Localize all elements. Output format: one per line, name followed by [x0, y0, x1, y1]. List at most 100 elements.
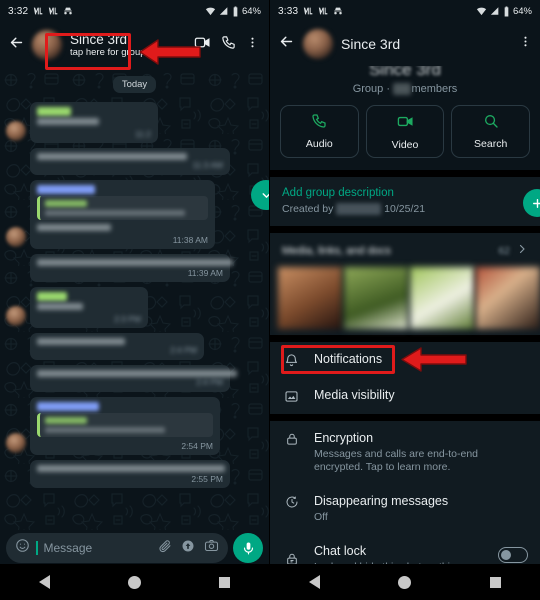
- message-input-bar: Message: [0, 532, 269, 564]
- nav-recents-icon[interactable]: [219, 576, 230, 588]
- message-row[interactable]: 2:54 PM: [6, 397, 263, 455]
- media-thumbnail[interactable]: [278, 267, 342, 329]
- avatar[interactable]: [303, 29, 333, 59]
- group-info-header: Since 3rd: [270, 22, 540, 66]
- status-bar-clock: 3:32: [8, 5, 29, 17]
- chat-message-area[interactable]: Today 11:2 11:3 AM 11:38 AM 11:39 AM 2:3…: [0, 68, 269, 532]
- status-bar: 3:33 64%: [270, 0, 540, 22]
- media-section-title: Media, links, and docs: [282, 245, 391, 257]
- redacted-member-number: 888: [393, 83, 412, 95]
- message-bubble[interactable]: 11:39 AM: [30, 254, 233, 282]
- camera-icon[interactable]: [204, 538, 219, 558]
- video-call-button[interactable]: Video: [365, 105, 445, 158]
- media-thumbnail[interactable]: [476, 267, 540, 329]
- page-title: Since 3rd: [341, 36, 401, 52]
- back-arrow-icon[interactable]: [6, 34, 26, 56]
- avatar-spacer: [6, 338, 26, 358]
- chevron-right-icon[interactable]: [516, 242, 528, 260]
- settings-item-encryption[interactable]: Encryption Messages and calls are end-to…: [270, 421, 540, 484]
- settings-item-subtitle: Messages and calls are end-to-end encryp…: [314, 448, 479, 473]
- message-time: 11:2: [135, 129, 151, 139]
- voice-call-icon[interactable]: [221, 35, 236, 55]
- message-row[interactable]: 2:55 PM: [6, 460, 263, 488]
- payment-icon[interactable]: [181, 539, 195, 558]
- text-cursor: [36, 541, 38, 555]
- add-group-description-label: Add group description: [282, 187, 394, 199]
- add-group-description-row[interactable]: Add group description Created by Someone…: [270, 177, 540, 226]
- media-section-header[interactable]: Media, links, and docs 62: [270, 233, 540, 267]
- lock-icon: [282, 431, 301, 446]
- avatar: [6, 306, 26, 326]
- nav-recents-icon[interactable]: [489, 576, 501, 588]
- avatar-spacer: [6, 466, 26, 486]
- message-row[interactable]: 11:38 AM: [6, 180, 263, 249]
- nav-back-icon[interactable]: [39, 575, 50, 589]
- nav-home-icon[interactable]: [398, 575, 412, 589]
- message-time: 11:3 AM: [192, 160, 223, 170]
- media-section[interactable]: Media, links, and docs 62: [270, 233, 540, 335]
- message-bubble[interactable]: 2:4 PM: [30, 333, 204, 360]
- audio-call-button[interactable]: Audio: [280, 105, 359, 158]
- message-input-pill[interactable]: Message: [6, 533, 228, 563]
- media-thumbnail-row[interactable]: [270, 267, 540, 335]
- nav-back-icon[interactable]: [309, 575, 321, 589]
- media-thumbnail[interactable]: [344, 267, 408, 329]
- nav-home-icon[interactable]: [128, 575, 141, 589]
- media-thumbnail[interactable]: [410, 267, 474, 329]
- message-bubble[interactable]: 2:55 PM: [30, 460, 230, 488]
- chat-lock-toggle[interactable]: [498, 547, 528, 563]
- media-count: 62: [498, 245, 510, 257]
- message-bubble[interactable]: 2:3 PM: [30, 287, 148, 328]
- message-bubble[interactable]: 11:3 AM: [30, 148, 230, 175]
- message-time: 2:3 PM: [114, 314, 141, 324]
- settings-item-disappearing-messages[interactable]: Disappearing messages Off: [270, 484, 540, 534]
- chat-lock-icon: [282, 544, 301, 564]
- settings-item-title: Disappearing messages: [314, 494, 449, 508]
- day-divider-chip: Today: [112, 76, 157, 93]
- message-row[interactable]: 11:39 AM: [6, 254, 263, 282]
- created-by-word: by: [322, 203, 334, 215]
- group-info-scroll-area[interactable]: Since 3rd Group · 888members Audio Vi: [270, 22, 540, 564]
- message-row[interactable]: 11:3 AM: [6, 148, 263, 175]
- sender-name: [37, 402, 99, 411]
- overflow-menu-icon[interactable]: [246, 35, 259, 55]
- attachment-icon[interactable]: [158, 539, 172, 558]
- incognito-icon: [64, 7, 73, 15]
- message-row[interactable]: 11:2: [6, 102, 263, 143]
- chat-header-actions: [194, 34, 263, 56]
- section-divider: [270, 414, 540, 421]
- video-call-icon[interactable]: [194, 34, 211, 56]
- settings-item-body: Chat lock Lock and hide this chat on thi…: [314, 544, 485, 564]
- message-row[interactable]: 2:4 PM: [6, 365, 263, 392]
- back-arrow-icon[interactable]: [278, 33, 295, 55]
- message-row[interactable]: 2:3 PM: [6, 287, 263, 328]
- avatar[interactable]: [32, 30, 62, 60]
- voice-record-button[interactable]: [233, 533, 263, 563]
- message-time: 2:4 PM: [196, 377, 223, 387]
- settings-group-two: Encryption Messages and calls are end-to…: [270, 421, 540, 564]
- message-row[interactable]: 2:4 PM: [6, 333, 263, 360]
- signal-icon: [490, 7, 499, 15]
- message-bubble[interactable]: 2:54 PM: [30, 397, 220, 455]
- overflow-menu-icon[interactable]: [519, 34, 532, 54]
- avatar: [6, 433, 26, 453]
- right-phone-group-info-screen: 3:33 64% Since 3rd Group · 888members: [270, 0, 540, 600]
- video-call-label: Video: [391, 139, 419, 151]
- toggle-knob: [501, 550, 511, 560]
- message-bubble[interactable]: 11:2: [30, 102, 158, 143]
- settings-item-chat-lock[interactable]: Chat lock Lock and hide this chat on thi…: [270, 534, 540, 564]
- two-phone-screenshot: 3:32 64% Since 3rd tap here for group in…: [0, 0, 540, 600]
- video-call-icon: [397, 113, 414, 135]
- search-button[interactable]: Search: [451, 105, 531, 158]
- message-list: 11:2 11:3 AM 11:38 AM 11:39 AM 2:3 PM 2:…: [0, 93, 269, 488]
- settings-item-media-visibility[interactable]: Media visibility: [270, 378, 540, 414]
- search-input[interactable]: Message: [44, 541, 153, 555]
- chat-title-block[interactable]: Since 3rd tap here for group info: [68, 32, 188, 59]
- settings-item-notifications[interactable]: Notifications: [270, 342, 540, 378]
- message-bubble[interactable]: 11:38 AM: [30, 180, 215, 249]
- message-bubble[interactable]: 2:4 PM: [30, 365, 237, 392]
- battery-percent: 64%: [241, 5, 261, 17]
- group-meta-separator: ·: [386, 83, 391, 95]
- emoji-icon[interactable]: [15, 538, 30, 558]
- chat-subtitle: tap here for group info: [70, 46, 164, 58]
